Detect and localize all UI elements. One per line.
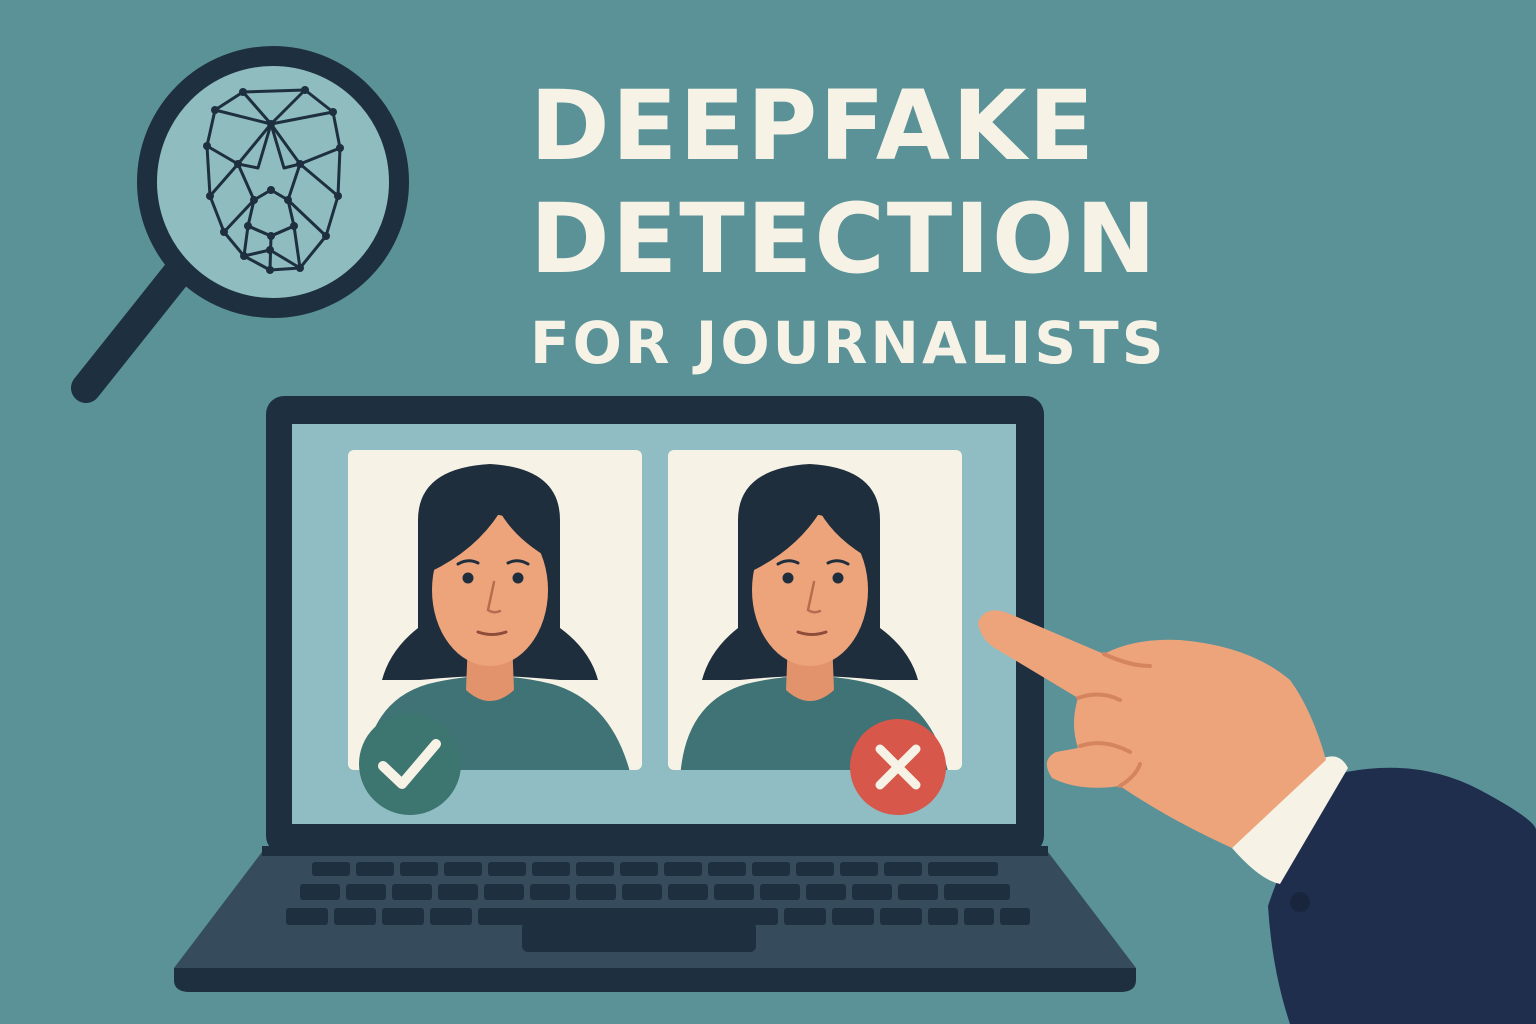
headline-subtitle: FOR JOURNALISTS	[530, 309, 1167, 377]
magnifier-icon	[71, 46, 409, 403]
illustration-stage: DEEPFAKE DETECTION FOR JOURNALISTS	[0, 0, 1536, 1024]
laptop	[174, 396, 1136, 992]
headline-line-1: DEEPFAKE	[530, 70, 1097, 182]
headline: DEEPFAKE DETECTION FOR JOURNALISTS	[530, 72, 1170, 388]
trackpad	[522, 922, 756, 952]
cross-icon	[850, 719, 946, 815]
headline-line-2: DETECTION	[530, 183, 1158, 295]
check-icon	[359, 713, 461, 815]
